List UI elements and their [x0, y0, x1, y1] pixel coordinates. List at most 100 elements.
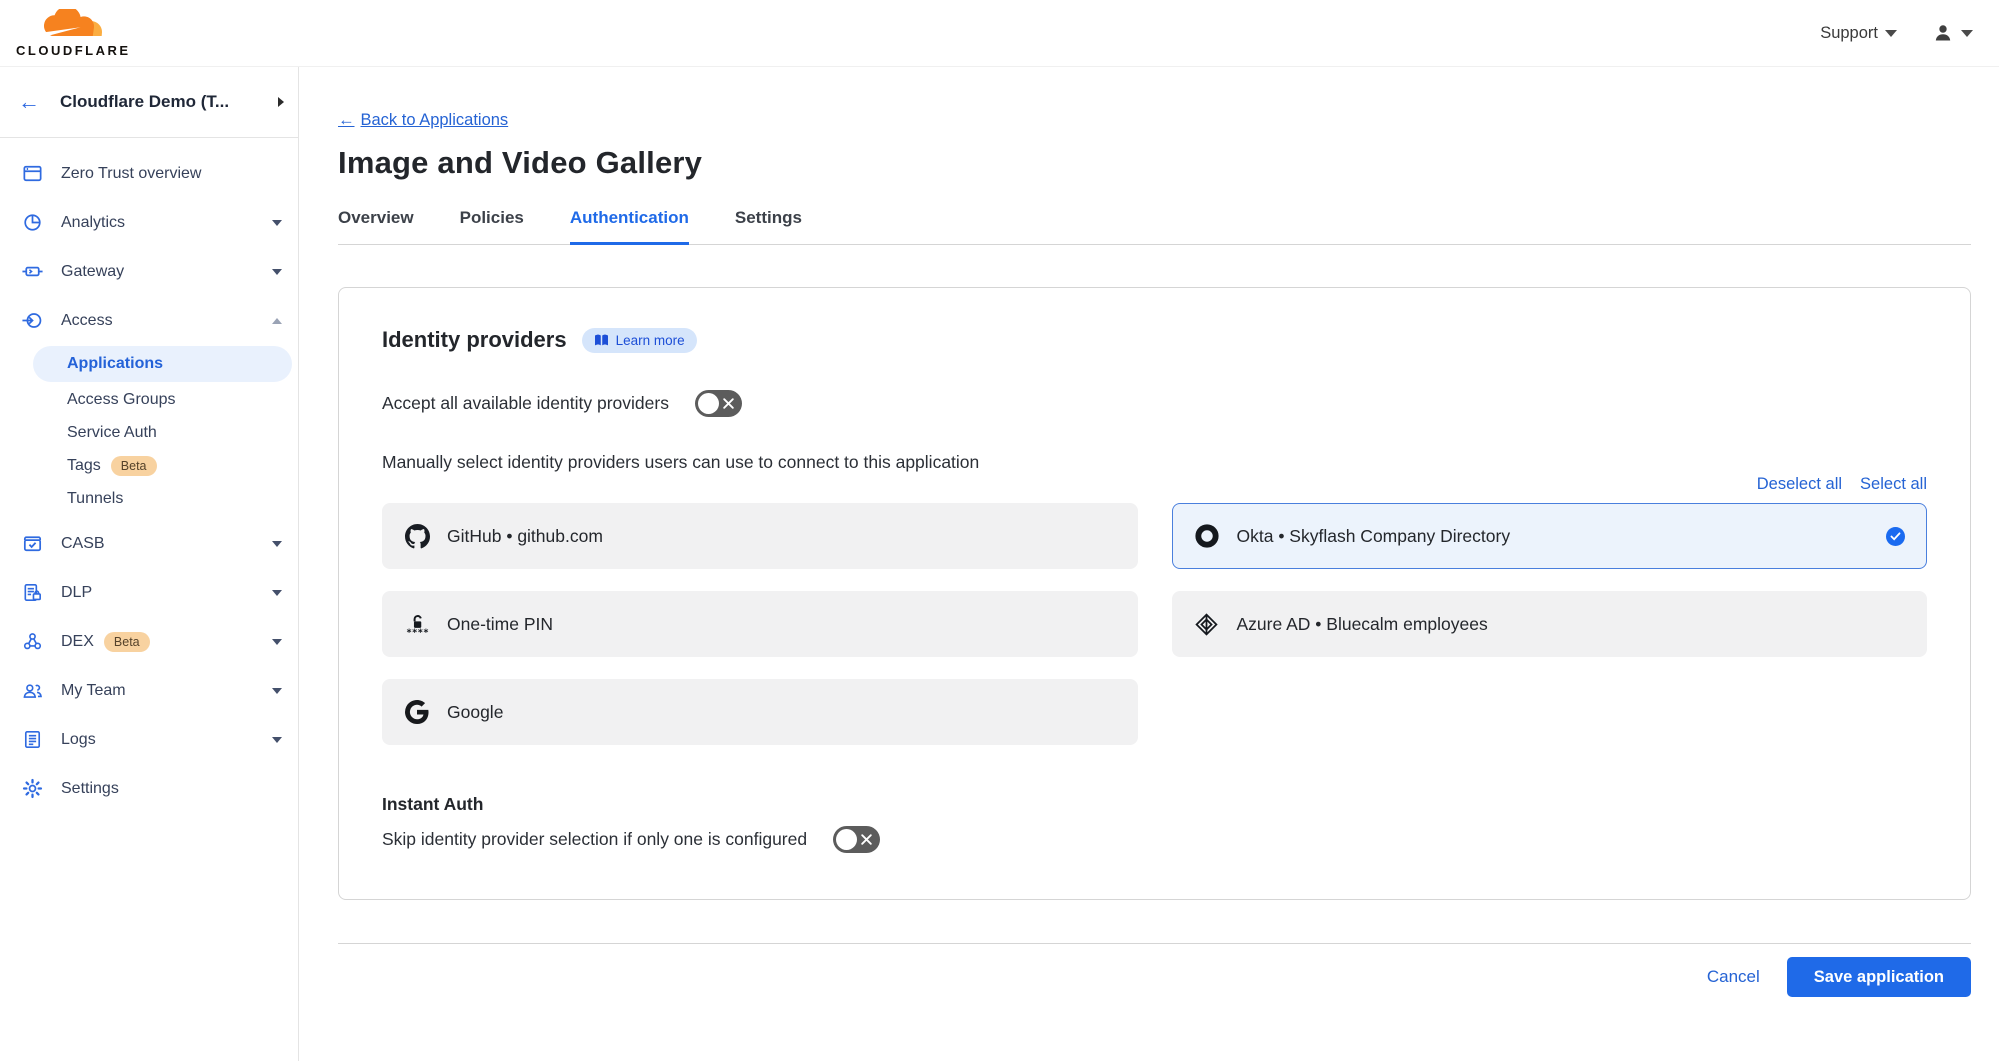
sidebar-item-tunnels[interactable]: Tunnels — [0, 482, 298, 515]
toggle-knob — [698, 393, 719, 414]
svg-text:****: **** — [406, 627, 429, 637]
sidebar-nav: Zero Trust overview Analytics — [0, 138, 298, 813]
gear-icon — [20, 777, 44, 801]
chevron-down-icon[interactable] — [272, 688, 282, 694]
sidebar-item-gateway[interactable]: Gateway — [0, 247, 298, 296]
tab-authentication[interactable]: Authentication — [570, 208, 689, 245]
book-icon — [594, 334, 609, 347]
chevron-up-icon[interactable] — [272, 318, 282, 324]
gateway-icon — [20, 260, 44, 284]
sidebar-item-label: Applications — [67, 355, 163, 373]
sidebar-item-service-auth[interactable]: Service Auth — [0, 416, 298, 449]
chevron-down-icon[interactable] — [272, 590, 282, 596]
sidebar-item-analytics[interactable]: Analytics — [0, 198, 298, 247]
sidebar-item-label: Access — [61, 312, 113, 330]
sidebar-account-header: ← Cloudflare Demo (T... — [0, 67, 298, 138]
chevron-down-icon — [1961, 30, 1973, 37]
toggle-x-icon — [722, 397, 735, 410]
provider-tile-one-time-pin[interactable]: **** One-time PIN — [382, 591, 1138, 657]
identity-providers-card: Identity providers Learn more Accept all… — [338, 287, 1971, 900]
tab-settings[interactable]: Settings — [735, 208, 802, 244]
page-title: Image and Video Gallery — [338, 145, 1971, 181]
back-to-applications-link[interactable]: ← Back to Applications — [338, 111, 508, 130]
sidebar-item-access-groups[interactable]: Access Groups — [0, 383, 298, 416]
support-label: Support — [1820, 24, 1878, 43]
user-icon — [1931, 21, 1955, 45]
provider-grid: GitHub • github.com Okta • Skyflash Comp… — [382, 503, 1927, 745]
sidebar-item-dlp[interactable]: DLP — [0, 568, 298, 617]
sidebar-item-logs[interactable]: Logs — [0, 715, 298, 764]
sidebar-item-dex[interactable]: DEX Beta — [0, 617, 298, 666]
account-name[interactable]: Cloudflare Demo (T... — [60, 92, 278, 112]
sidebar-item-access[interactable]: Access — [0, 296, 298, 345]
azure-ad-icon — [1194, 611, 1220, 637]
selected-check-icon — [1886, 527, 1905, 546]
provider-tile-google[interactable]: Google — [382, 679, 1138, 745]
sidebar-item-zero-trust-overview[interactable]: Zero Trust overview — [0, 149, 298, 198]
back-link-label: Back to Applications — [361, 111, 509, 130]
sidebar-item-label: CASB — [61, 535, 105, 553]
dex-icon — [20, 630, 44, 654]
analytics-pie-icon — [20, 211, 44, 235]
manual-select-text: Manually select identity providers users… — [382, 452, 1927, 473]
chevron-down-icon[interactable] — [272, 220, 282, 226]
sidebar-item-label: Gateway — [61, 263, 124, 281]
toggle-knob — [836, 829, 857, 850]
casb-icon — [20, 532, 44, 556]
one-time-pin-icon: **** — [404, 611, 430, 637]
learn-more-label: Learn more — [616, 333, 685, 348]
sidebar-item-label: My Team — [61, 682, 126, 700]
cloudflare-cloud-icon — [34, 9, 112, 43]
chevron-down-icon[interactable] — [272, 269, 282, 275]
back-arrow-icon[interactable]: ← — [18, 89, 40, 115]
learn-more-badge[interactable]: Learn more — [582, 328, 697, 353]
sidebar-item-label: Tunnels — [67, 490, 123, 508]
provider-name: GitHub • github.com — [447, 526, 603, 547]
instant-auth-heading: Instant Auth — [382, 794, 1927, 815]
account-menu[interactable] — [1931, 21, 1973, 45]
sidebar-item-label: Service Auth — [67, 424, 157, 442]
sidebar: ← Cloudflare Demo (T... Zero Trust overv… — [0, 67, 299, 1061]
access-subnav: Applications Access Groups Service Auth … — [0, 346, 298, 515]
sidebar-item-my-team[interactable]: My Team — [0, 666, 298, 715]
support-menu[interactable]: Support — [1820, 24, 1897, 43]
chevron-down-icon — [1885, 30, 1897, 37]
sidebar-item-label: DLP — [61, 584, 92, 602]
chevron-down-icon[interactable] — [272, 737, 282, 743]
provider-tile-okta[interactable]: Okta • Skyflash Company Directory — [1172, 503, 1928, 569]
provider-name: One-time PIN — [447, 614, 553, 635]
github-icon — [404, 523, 430, 549]
deselect-all-link[interactable]: Deselect all — [1757, 475, 1842, 494]
select-all-link[interactable]: Select all — [1860, 475, 1927, 494]
sidebar-item-label: Analytics — [61, 214, 125, 232]
provider-tile-github[interactable]: GitHub • github.com — [382, 503, 1138, 569]
chevron-right-icon[interactable] — [278, 97, 284, 107]
beta-badge: Beta — [104, 632, 150, 652]
instant-auth-toggle[interactable] — [833, 826, 880, 853]
sidebar-item-label: DEX — [61, 633, 94, 651]
tab-overview[interactable]: Overview — [338, 208, 414, 244]
sidebar-item-label: Access Groups — [67, 391, 175, 409]
google-icon — [404, 699, 430, 725]
sidebar-item-label: Settings — [61, 780, 119, 798]
tab-policies[interactable]: Policies — [460, 208, 524, 244]
provider-name: Okta • Skyflash Company Directory — [1237, 526, 1511, 547]
sidebar-item-label: Zero Trust overview — [61, 165, 201, 183]
skip-toggle-label: Skip identity provider selection if only… — [382, 829, 807, 850]
provider-tile-azure-ad[interactable]: Azure AD • Bluecalm employees — [1172, 591, 1928, 657]
sidebar-item-casb[interactable]: CASB — [0, 519, 298, 568]
team-icon — [20, 679, 44, 703]
tab-bar: Overview Policies Authentication Setting… — [338, 208, 1971, 245]
access-icon — [20, 309, 44, 333]
sidebar-item-applications[interactable]: Applications — [33, 346, 292, 382]
logs-icon — [20, 728, 44, 752]
accept-all-toggle[interactable] — [695, 390, 742, 417]
chevron-down-icon[interactable] — [272, 541, 282, 547]
save-application-button[interactable]: Save application — [1787, 957, 1971, 997]
chevron-down-icon[interactable] — [272, 639, 282, 645]
toggle-x-icon — [860, 833, 873, 846]
sidebar-item-tags[interactable]: Tags Beta — [0, 449, 298, 482]
sidebar-item-label: Logs — [61, 731, 96, 749]
cancel-button[interactable]: Cancel — [1707, 967, 1760, 987]
sidebar-item-settings[interactable]: Settings — [0, 764, 298, 813]
